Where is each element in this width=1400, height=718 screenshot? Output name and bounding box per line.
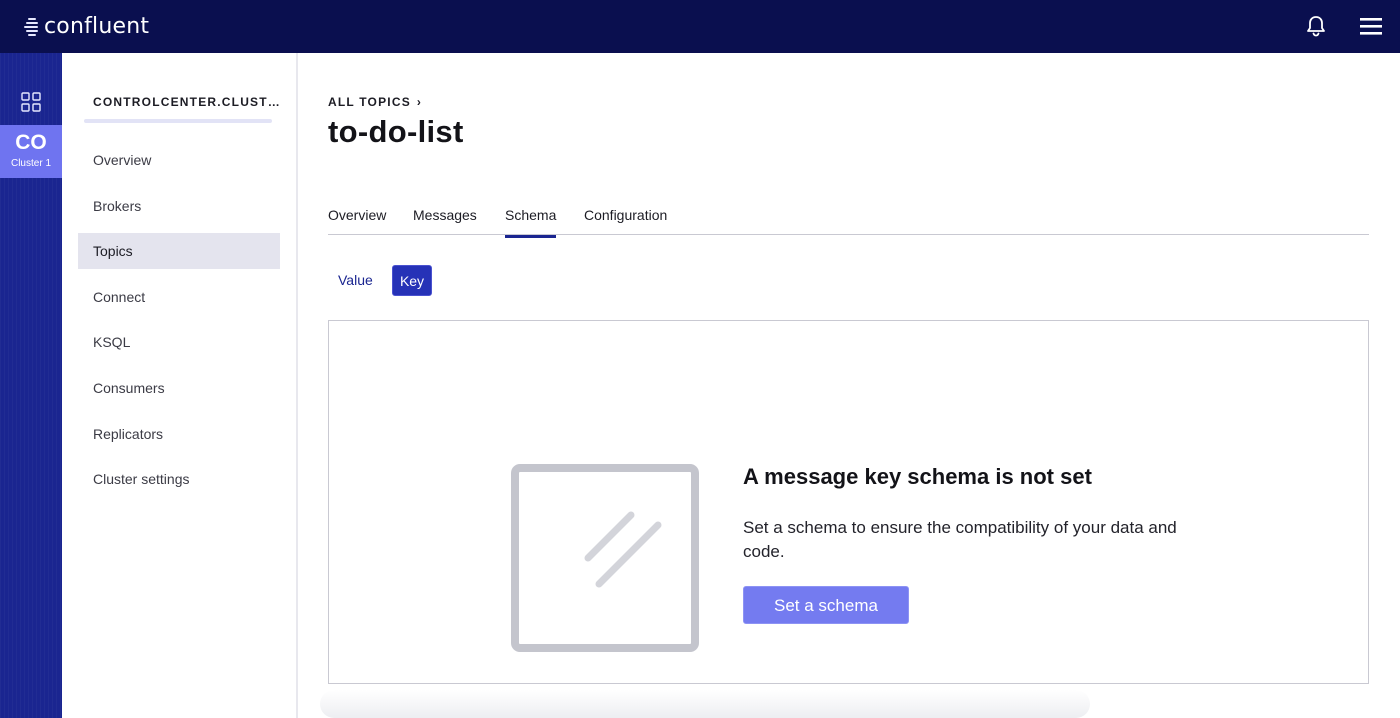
tab-messages[interactable]: Messages	[413, 207, 477, 235]
sidebar-item-consumers[interactable]: Consumers	[78, 370, 280, 406]
breadcrumb-all-topics[interactable]: ALL TOPICS ›	[328, 95, 422, 109]
hamburger-menu-icon[interactable]	[1358, 14, 1384, 38]
sidebar-item-brokers[interactable]: Brokers	[78, 188, 280, 224]
tab-schema[interactable]: Schema	[505, 207, 557, 238]
sidebar-item-overview[interactable]: Overview	[78, 142, 280, 178]
empty-state-heading: A message key schema is not set	[743, 464, 1092, 489]
sidebar-item-topics[interactable]: Topics	[78, 233, 280, 269]
empty-state-description: Set a schema to ensure the compatibility…	[743, 518, 1177, 561]
empty-document-icon	[511, 464, 699, 652]
set-schema-button[interactable]: Set a schema	[743, 586, 909, 624]
brand-name: confluent	[44, 13, 150, 39]
cluster-title-underline	[84, 119, 272, 123]
sidebar-item-cluster-settings[interactable]: Cluster settings	[78, 461, 280, 497]
bottom-fade	[320, 690, 1090, 718]
chevron-right-icon: ›	[416, 95, 423, 109]
cluster-name: Cluster 1	[10, 158, 51, 169]
sidebar-item-connect[interactable]: Connect	[78, 279, 280, 315]
schema-value-toggle[interactable]: Value	[328, 265, 383, 296]
confluent-logo[interactable]: confluent	[22, 12, 149, 40]
cluster-title: CONTROLCENTER.CLUST…	[93, 95, 281, 109]
tab-configuration[interactable]: Configuration	[584, 207, 667, 235]
sidebar-item-ksql[interactable]: KSQL	[78, 324, 280, 360]
left-rail: CO Cluster 1	[0, 53, 62, 718]
confluent-logo-mark-icon	[22, 14, 42, 38]
sidebar-divider	[296, 53, 298, 718]
breadcrumb-label: ALL TOPICS	[328, 95, 411, 109]
cluster-abbreviation: CO	[15, 131, 47, 154]
sidebar-item-replicators[interactable]: Replicators	[78, 416, 280, 452]
top-bar: confluent	[0, 0, 1400, 53]
grid-icon[interactable]	[20, 91, 42, 113]
tab-overview[interactable]: Overview	[328, 207, 386, 235]
schema-empty-panel: A message key schema is not set Set a sc…	[328, 320, 1369, 684]
cluster-switcher-tile[interactable]: CO Cluster 1	[0, 125, 62, 178]
topic-tabs: Overview Messages Schema Configuration	[328, 207, 1369, 238]
cluster-sidebar: CONTROLCENTER.CLUST… Overview Brokers To…	[62, 53, 296, 718]
bell-icon[interactable]	[1303, 13, 1329, 39]
schema-key-toggle[interactable]: Key	[392, 265, 432, 296]
page-title: to-do-list	[328, 114, 464, 149]
